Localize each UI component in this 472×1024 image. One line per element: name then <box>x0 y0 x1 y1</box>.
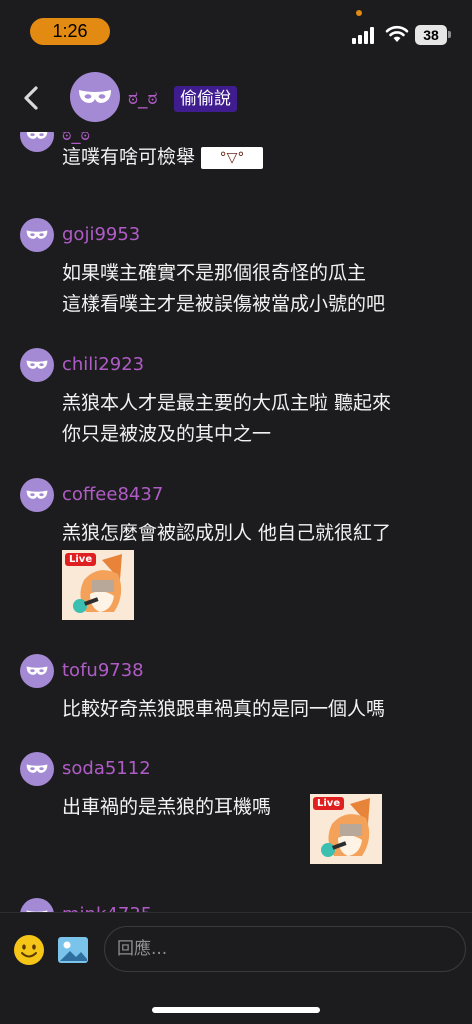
wifi-icon <box>385 25 409 42</box>
battery-indicator: 38 <box>415 25 447 45</box>
comment-text: 羔狼本人才是最主要的大瓜主啦 聽起來 你只是被波及的其中之一 <box>62 392 392 445</box>
home-indicator <box>152 1007 320 1013</box>
commenter-name[interactable]: goji9953 <box>62 224 140 245</box>
comment-text: 出車禍的是羔狼的耳機嗎 <box>62 796 272 818</box>
mask-icon <box>26 666 48 675</box>
comment-text: 如果噗主確實不是那個很奇怪的瓜主 這樣看噗主才是被誤傷被當成小號的吧 <box>62 262 386 315</box>
commenter-name[interactable]: chili2923 <box>62 354 144 375</box>
cellular-signal-icon <box>352 27 376 44</box>
commenter-name[interactable]: tofu9738 <box>62 660 144 681</box>
inline-sticker: °▽° <box>201 146 264 169</box>
commenter-name[interactable]: coffee8437 <box>62 484 163 505</box>
status-time: 1:26 <box>30 18 110 45</box>
commenter-avatar[interactable] <box>20 654 54 688</box>
fox-live-sticker[interactable]: Live <box>310 794 382 864</box>
author-avatar[interactable] <box>70 72 120 122</box>
anonymous-badge: 偷偷說 <box>174 86 237 112</box>
back-button[interactable] <box>16 82 48 114</box>
comment-text: 比較好奇羔狼跟車禍真的是同一個人嗎 <box>62 698 386 720</box>
reply-input[interactable]: 回應... <box>104 926 466 972</box>
commenter-avatar[interactable] <box>20 752 54 786</box>
mask-icon <box>26 132 48 139</box>
mask-icon <box>26 490 48 499</box>
thread-header: ಠ_ಠ 偷偷說 <box>0 60 472 132</box>
mask-icon <box>26 230 48 239</box>
mask-icon <box>26 360 48 369</box>
mask-icon <box>26 764 48 773</box>
commenter-name[interactable]: soda5112 <box>62 758 151 779</box>
reply-bar: 回應... <box>0 912 472 1024</box>
status-bar: 1:26 38 <box>0 0 472 60</box>
commenter-avatar[interactable] <box>20 132 54 152</box>
commenter-avatar[interactable] <box>20 348 54 382</box>
commenter-avatar[interactable] <box>20 898 54 912</box>
commenter-avatar[interactable] <box>20 218 54 252</box>
comment-text: 羔狼怎麼會被認成別人 他自己就很紅了 <box>62 522 392 544</box>
live-label: Live <box>65 553 97 566</box>
live-label: Live <box>313 797 345 810</box>
commenter-name[interactable]: mink4735 <box>62 904 152 912</box>
smiley-icon[interactable] <box>12 933 46 967</box>
privacy-indicator-dot <box>356 10 362 16</box>
commenter-avatar[interactable] <box>20 478 54 512</box>
battery-tip <box>448 31 451 38</box>
fox-live-sticker[interactable]: Live <box>62 550 134 620</box>
comment-list[interactable]: ಠ_ಠ 這噗有啥可檢舉 °▽° goji9953 如果噗主確實不是那個很奇怪的瓜主… <box>0 132 472 912</box>
image-icon[interactable] <box>56 933 90 967</box>
mask-icon <box>79 90 111 103</box>
comment-text: 這噗有啥可檢舉 °▽° <box>62 142 264 173</box>
author-name: ಠ_ಠ <box>128 87 158 109</box>
